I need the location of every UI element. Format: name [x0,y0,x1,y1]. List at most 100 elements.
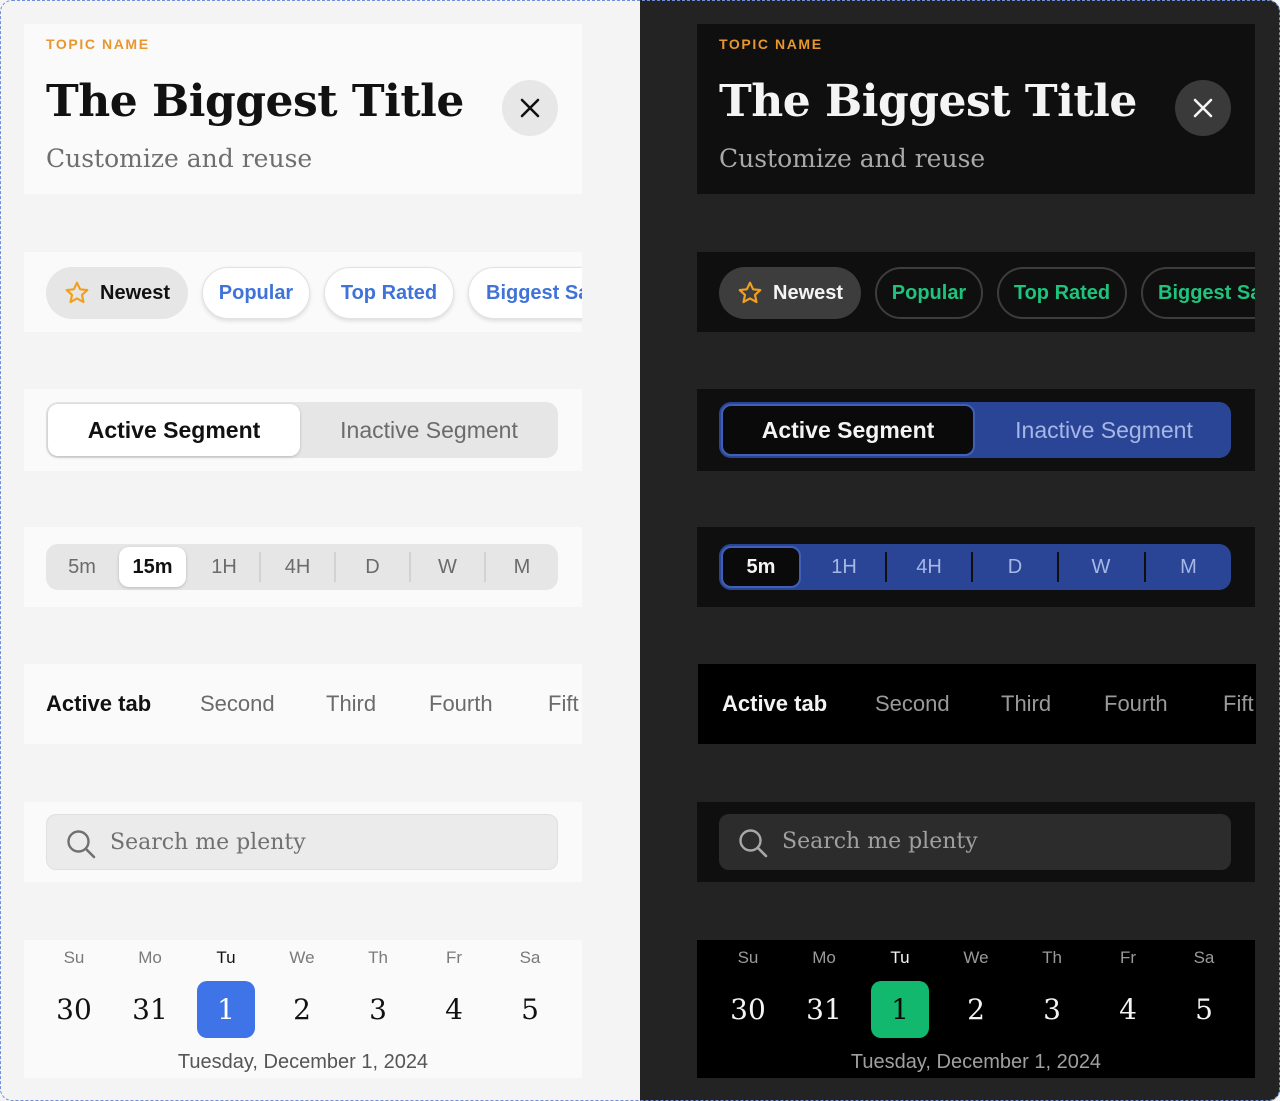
segment-active[interactable]: Active Segment [721,404,975,456]
chip-top-rated[interactable]: Top Rated [997,267,1127,319]
chip-label: Newest [773,281,844,304]
day-cell-selected[interactable]: 1 [197,981,255,1038]
weekday-label: Su [737,948,759,967]
weekday-label: Su [63,948,85,967]
search-placeholder: Search me plenty [782,829,978,854]
search-input[interactable]: Search me plenty [46,814,558,870]
day-cell[interactable]: 2 [273,981,331,1038]
weekday-label: We [963,948,989,967]
chip-label: Top Rated [340,281,438,304]
tab-bar: Active tab Second Third Fourth Fift [698,664,1256,744]
weekday-label: Sa [519,948,541,967]
weekday-label: Mo [812,948,836,967]
timeframe-5m[interactable]: 5m [52,544,112,590]
tab-fourth[interactable]: Fourth [429,690,493,718]
chip-newest[interactable]: Newest [719,267,861,319]
timeframe-1h[interactable]: 1H [803,544,885,590]
segment-inactive[interactable]: Inactive Segment [977,404,1231,456]
timeframe-w[interactable]: W [411,544,484,590]
close-button[interactable] [1175,80,1231,136]
segmented-control-card: Active Segment Inactive Segment [24,389,582,471]
timeframe-5m[interactable]: 5m [721,546,801,588]
chip-label: Biggest Sa [1158,281,1255,304]
timeframe-selector: 5m 1H 4H D W M [719,544,1231,590]
day-cell[interactable]: 4 [1099,981,1157,1038]
header-card: TOPIC NAME The Biggest Title Customize a… [24,24,582,194]
tab-third[interactable]: Third [1001,690,1051,718]
day-cell[interactable]: 5 [1175,981,1233,1038]
chip-label: Popular [218,281,294,304]
day-cell[interactable]: 3 [1023,981,1081,1038]
search-placeholder: Search me plenty [110,830,306,855]
page-title: The Biggest Title [719,76,1137,127]
timeframe-d[interactable]: D [336,544,409,590]
segment-inactive[interactable]: Inactive Segment [302,402,556,458]
topic-label: TOPIC NAME [46,36,150,52]
chip-label: Popular [891,281,967,304]
day-cell[interactable]: 30 [719,981,777,1038]
day-cell[interactable]: 2 [947,981,1005,1038]
chip-top-rated[interactable]: Top Rated [324,267,454,319]
weekday-label: Fr [1119,948,1137,967]
page-title: The Biggest Title [46,76,464,127]
page-subtitle: Customize and reuse [719,144,986,173]
light-theme-panel: TOPIC NAME The Biggest Title Customize a… [0,0,640,1101]
tab-fifth[interactable]: Fift [1223,690,1254,718]
filter-chips: Newest Popular Top Rated Biggest Sa [24,252,582,332]
weekday-label: Tu [216,948,236,967]
day-cell[interactable]: 31 [795,981,853,1038]
timeframe-1h[interactable]: 1H [189,544,259,590]
tab-fifth[interactable]: Fift [548,690,579,718]
timeframe-4h[interactable]: 4H [261,544,334,590]
tab-active[interactable]: Active tab [46,690,151,718]
timeframe-15m[interactable]: 15m [119,547,186,587]
chip-popular[interactable]: Popular [202,267,310,319]
segmented-control-card: Active Segment Inactive Segment [697,389,1255,471]
dark-theme-panel: TOPIC NAME The Biggest Title Customize a… [640,0,1280,1101]
weekday-label: Th [368,948,388,967]
chip-label: Biggest Sa [486,281,582,304]
day-cell[interactable]: 5 [501,981,559,1038]
timeframe-m[interactable]: M [1146,544,1231,590]
timeframe-w[interactable]: W [1059,544,1143,590]
weekday-label: We [289,948,315,967]
star-icon [738,281,762,304]
chip-popular[interactable]: Popular [875,267,983,319]
calendar-week: Su Mo Tu We Th Fr Sa 30 31 1 2 3 4 5 Tue… [24,940,582,1078]
close-icon [1193,98,1213,118]
search-card: Search me plenty [24,802,582,882]
segmented-control: Active Segment Inactive Segment [719,402,1231,458]
day-cell[interactable]: 3 [349,981,407,1038]
tab-active[interactable]: Active tab [722,690,827,718]
day-cell[interactable]: 31 [121,981,179,1038]
selected-date-label: Tuesday, December 1, 2024 [850,1051,1102,1073]
tab-second[interactable]: Second [875,690,950,718]
search-input[interactable]: Search me plenty [719,814,1231,870]
tab-bar: Active tab Second Third Fourth Fift [24,664,582,744]
close-button[interactable] [502,80,558,136]
day-cell[interactable]: 30 [45,981,103,1038]
calendar-week: Su Mo Tu We Th Fr Sa 30 31 1 2 3 4 5 Tue… [697,940,1255,1078]
search-card: Search me plenty [697,802,1255,882]
weekday-label: Tu [890,948,910,967]
header-card: TOPIC NAME The Biggest Title Customize a… [697,24,1255,194]
tab-fourth[interactable]: Fourth [1104,690,1168,718]
chip-newest[interactable]: Newest [46,267,188,319]
day-cell[interactable]: 4 [425,981,483,1038]
segment-active[interactable]: Active Segment [48,404,300,456]
timeframe-m[interactable]: M [486,544,558,590]
tab-third[interactable]: Third [326,690,376,718]
chip-label: Newest [100,281,171,304]
tab-second[interactable]: Second [200,690,275,718]
timeframe-4h[interactable]: 4H [887,544,971,590]
timeframe-d[interactable]: D [973,544,1057,590]
search-icon [67,830,96,859]
chip-biggest-sale[interactable]: Biggest Sa [468,267,582,319]
chip-label: Top Rated [1013,281,1111,304]
search-icon [739,829,768,858]
day-cell-selected[interactable]: 1 [871,981,929,1038]
filter-chips: Newest Popular Top Rated Biggest Sa [697,252,1255,332]
chip-biggest-sale[interactable]: Biggest Sa [1141,267,1255,319]
page-subtitle: Customize and reuse [46,144,313,173]
weekday-label: Th [1042,948,1062,967]
